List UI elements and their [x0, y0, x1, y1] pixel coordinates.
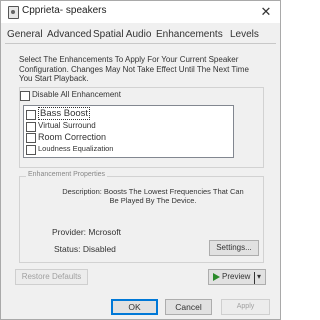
tab-advanced[interactable]: Advanced	[47, 29, 91, 40]
enhancement-properties-label: Enhancement Properties	[26, 171, 108, 178]
close-icon[interactable]: ✕	[257, 3, 275, 21]
tab-spatial-audio[interactable]: Spatial Audio	[93, 29, 151, 40]
room-correction-label: Room Correction	[38, 132, 107, 142]
virtual-surround-checkbox[interactable]	[26, 122, 36, 132]
tab-divider	[5, 43, 276, 44]
title-bar: Cpprieta- speakers ✕	[1, 1, 280, 23]
disable-all-label: Disable All Enhancement	[32, 90, 121, 99]
bass-boost-label: Bass Boost	[38, 107, 91, 120]
loudness-equalization-label: Loudness Equalization	[38, 144, 114, 153]
enhancements-group: Disable All Enhancement Bass Boost Virtu…	[19, 87, 264, 168]
tab-strip: General Advanced Spatial Audio Enhanceme…	[5, 25, 276, 43]
settings-button[interactable]: Settings...	[209, 240, 259, 256]
enhancements-dialog: Cpprieta- speakers ✕ General Advanced Sp…	[0, 0, 281, 320]
provider-text: Provider: Mcrosoft	[52, 227, 121, 237]
loudness-equalization-checkbox[interactable]	[26, 145, 36, 155]
disable-all-checkbox[interactable]	[20, 91, 30, 101]
speaker-icon	[8, 6, 19, 19]
restore-defaults-button[interactable]: Restore Defaults	[15, 269, 88, 285]
play-icon	[213, 272, 220, 281]
tab-enhancements[interactable]: Enhancements	[156, 29, 223, 40]
virtual-surround-label: Virtual Surround	[38, 121, 96, 130]
apply-button[interactable]: Apply	[221, 299, 270, 315]
chevron-down-icon[interactable]: ▾	[257, 270, 261, 284]
enhancement-properties-group: Enhancement Properties Description: Boos…	[19, 171, 264, 263]
preview-label: Preview	[222, 272, 251, 281]
ok-button[interactable]: OK	[111, 299, 158, 315]
tab-levels[interactable]: Levels	[230, 29, 259, 40]
cancel-button[interactable]: Cancel	[165, 299, 212, 315]
preview-split-divider	[254, 272, 255, 284]
enhancements-panel: Select The Enhancements To Apply For You…	[9, 45, 272, 291]
description-text: Description: Boosts The Lowest Frequenci…	[62, 187, 244, 205]
room-correction-checkbox[interactable]	[26, 133, 36, 143]
instructions-text: Select The Enhancements To Apply For You…	[19, 55, 249, 83]
status-text: Status: Disabled	[54, 244, 116, 254]
preview-button[interactable]: Preview ▾	[208, 269, 266, 285]
enhancements-list: Bass Boost Virtual Surround Room Correct…	[23, 105, 234, 158]
tab-general[interactable]: General	[7, 29, 43, 40]
bass-boost-checkbox[interactable]	[26, 110, 36, 120]
window-title: Cpprieta- speakers	[22, 5, 107, 16]
